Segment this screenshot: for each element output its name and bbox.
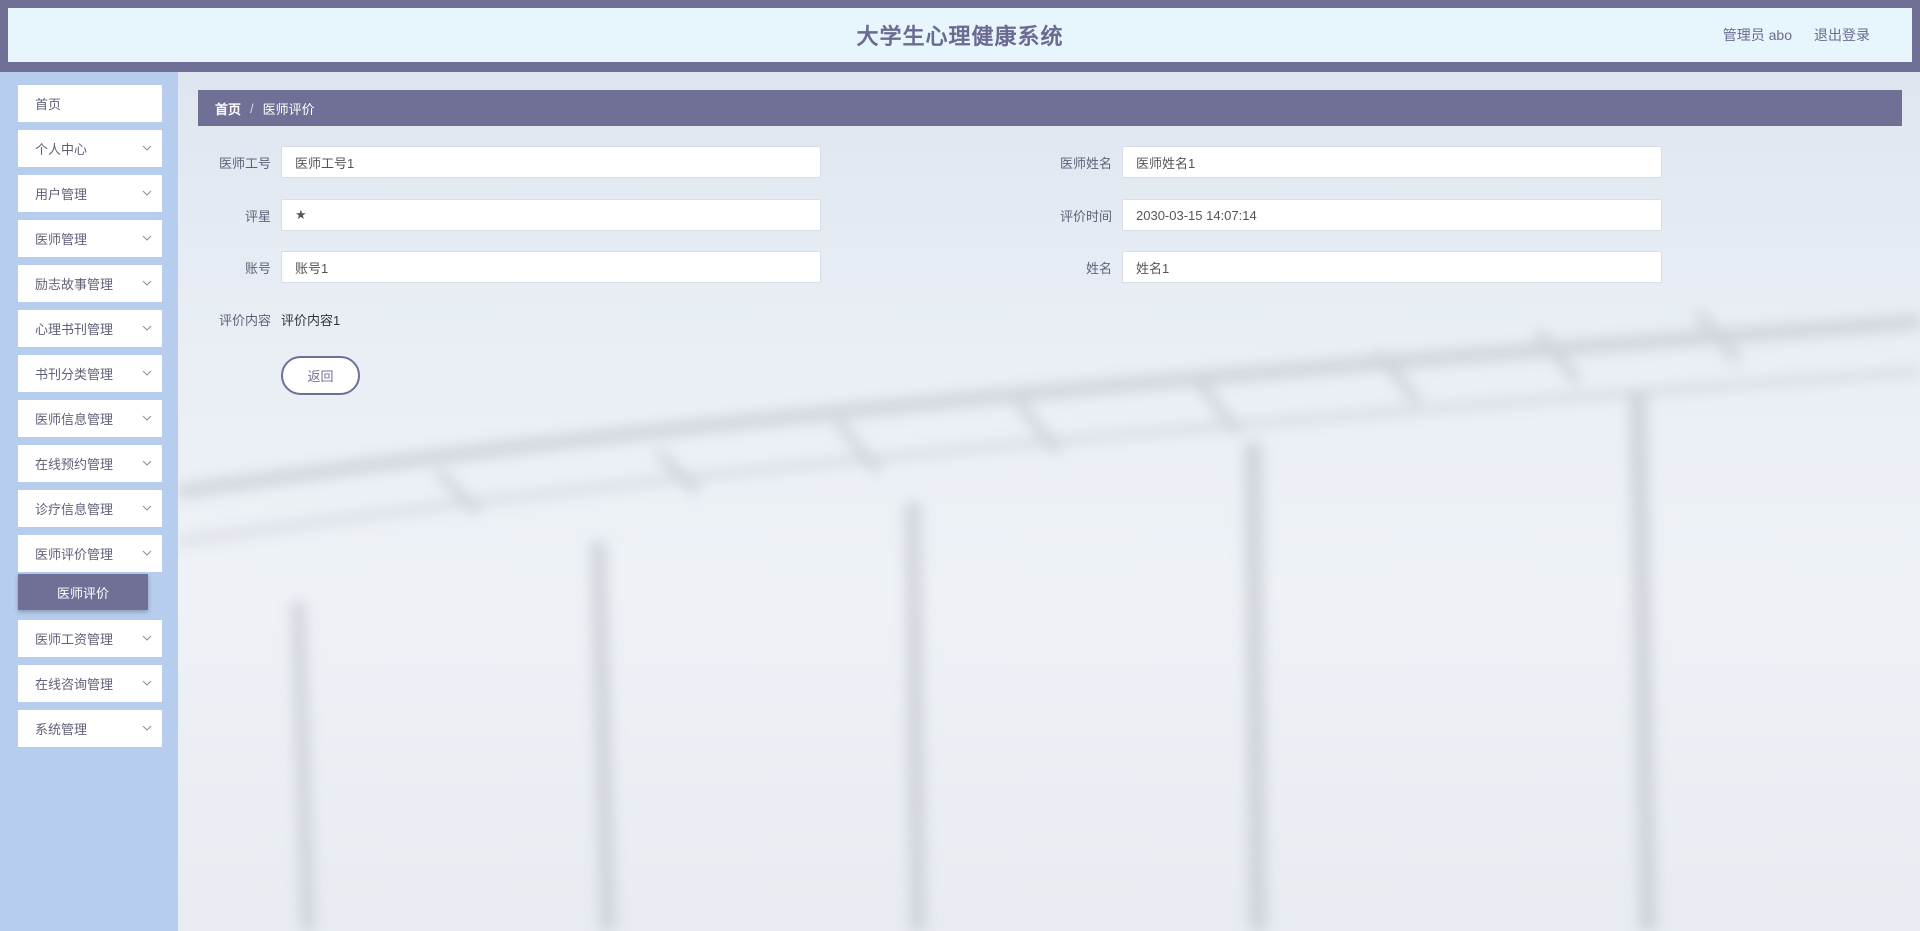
sidebar-item-journal-category[interactable]: 书刊分类管理 [18, 355, 162, 392]
chevron-down-icon [142, 680, 152, 686]
chevron-down-icon [142, 280, 152, 286]
form-row-rating: 评星 ★ [205, 199, 821, 231]
chevron-down-icon [142, 460, 152, 466]
chevron-down-icon [142, 235, 152, 241]
user-area: 管理员 abo 退出登录 [1723, 8, 1870, 62]
chevron-down-icon [142, 635, 152, 641]
sidebar-item-journal-management[interactable]: 心理书刊管理 [18, 310, 162, 347]
chevron-down-icon [142, 505, 152, 511]
doctor-name-label: 医师姓名 [1059, 155, 1112, 171]
sidebar-item-label: 医师管理 [35, 232, 88, 247]
sidebar-item-treatment-info[interactable]: 诊疗信息管理 [18, 490, 162, 527]
app-header: 大学生心理健康系统 管理员 abo 退出登录 [8, 8, 1912, 62]
sidebar-item-label: 励志故事管理 [35, 277, 114, 292]
sidebar-item-label: 书刊分类管理 [35, 367, 114, 382]
rating-label: 评星 [244, 208, 271, 224]
content-label: 评价内容 [218, 312, 271, 328]
sidebar-item-label: 用户管理 [35, 187, 88, 202]
sidebar-item-label: 医师评价管理 [35, 547, 114, 562]
sidebar-item-appointment[interactable]: 在线预约管理 [18, 445, 162, 482]
chevron-down-icon [142, 325, 152, 331]
sidebar-item-doctor-management[interactable]: 医师管理 [18, 220, 162, 257]
logout-link[interactable]: 退出登录 [1814, 25, 1870, 45]
sidebar-item-doctor-info[interactable]: 医师信息管理 [18, 400, 162, 437]
sidebar-item-home[interactable]: 首页 [18, 85, 162, 122]
sidebar-item-label: 医师工资管理 [35, 632, 114, 647]
form-row-doctor-id: 医师工号 医师工号1 [205, 146, 821, 178]
review-time-field[interactable]: 2030-03-15 14:07:14 [1122, 199, 1662, 231]
form-row-account: 账号 账号1 [205, 251, 821, 283]
name-field[interactable]: 姓名1 [1122, 251, 1662, 283]
doctor-id-label: 医师工号 [218, 155, 271, 171]
back-button[interactable]: 返回 [281, 356, 360, 395]
sidebar-item-salary[interactable]: 医师工资管理 [18, 620, 162, 657]
account-label: 账号 [244, 260, 271, 276]
sidebar-item-label: 个人中心 [35, 142, 88, 157]
sidebar-subitem-doctor-review[interactable]: 医师评价 [18, 574, 148, 610]
chevron-down-icon [142, 725, 152, 731]
form-row-content: 评价内容 评价内容1 [205, 303, 340, 335]
sidebar-item-system[interactable]: 系统管理 [18, 710, 162, 747]
form-row-name: 姓名 姓名1 [1046, 251, 1662, 283]
breadcrumb-home[interactable]: 首页 [215, 99, 241, 118]
breadcrumb: 首页 / 医师评价 [198, 90, 1902, 126]
chevron-down-icon [142, 415, 152, 421]
current-user-label: 管理员 abo [1722, 27, 1792, 43]
breadcrumb-current: 医师评价 [262, 101, 315, 117]
sidebar-item-doctor-review[interactable]: 医师评价管理 [18, 535, 162, 572]
account-field[interactable]: 账号1 [281, 251, 821, 283]
name-label: 姓名 [1085, 260, 1112, 276]
sidebar-item-label: 首页 [35, 97, 62, 112]
sidebar-item-label: 诊疗信息管理 [35, 502, 114, 517]
app-title: 大学生心理健康系统 [856, 24, 1064, 49]
form-row-doctor-name: 医师姓名 医师姓名1 [1046, 146, 1662, 178]
main-content: 首页 / 医师评价 医师工号 医师工号1 医师姓名 医师姓名1 评星 ★ 评价时… [178, 72, 1920, 931]
chevron-down-icon [142, 190, 152, 196]
doctor-name-field[interactable]: 医师姓名1 [1122, 146, 1662, 178]
chevron-down-icon [142, 550, 152, 556]
chevron-down-icon [142, 145, 152, 151]
sidebar-item-label: 医师信息管理 [35, 412, 114, 427]
sidebar: 首页 个人中心 用户管理 医师管理 励志故事管理 心理书刊管理 书刊分类管理 医… [0, 72, 178, 931]
review-time-label: 评价时间 [1059, 208, 1112, 224]
sidebar-item-label: 在线预约管理 [35, 457, 114, 472]
sidebar-item-label: 在线咨询管理 [35, 677, 114, 692]
sidebar-item-user-management[interactable]: 用户管理 [18, 175, 162, 212]
form-row-review-time: 评价时间 2030-03-15 14:07:14 [1046, 199, 1662, 231]
content-value: 评价内容1 [281, 312, 341, 328]
sidebar-item-consultation[interactable]: 在线咨询管理 [18, 665, 162, 702]
sidebar-item-label: 系统管理 [35, 722, 88, 737]
chevron-down-icon [142, 370, 152, 376]
breadcrumb-separator: / [250, 100, 254, 116]
sidebar-item-personal-center[interactable]: 个人中心 [18, 130, 162, 167]
sidebar-item-story-management[interactable]: 励志故事管理 [18, 265, 162, 302]
doctor-id-field[interactable]: 医师工号1 [281, 146, 821, 178]
sidebar-item-label: 心理书刊管理 [35, 322, 114, 337]
rating-field[interactable]: ★ [281, 199, 821, 231]
